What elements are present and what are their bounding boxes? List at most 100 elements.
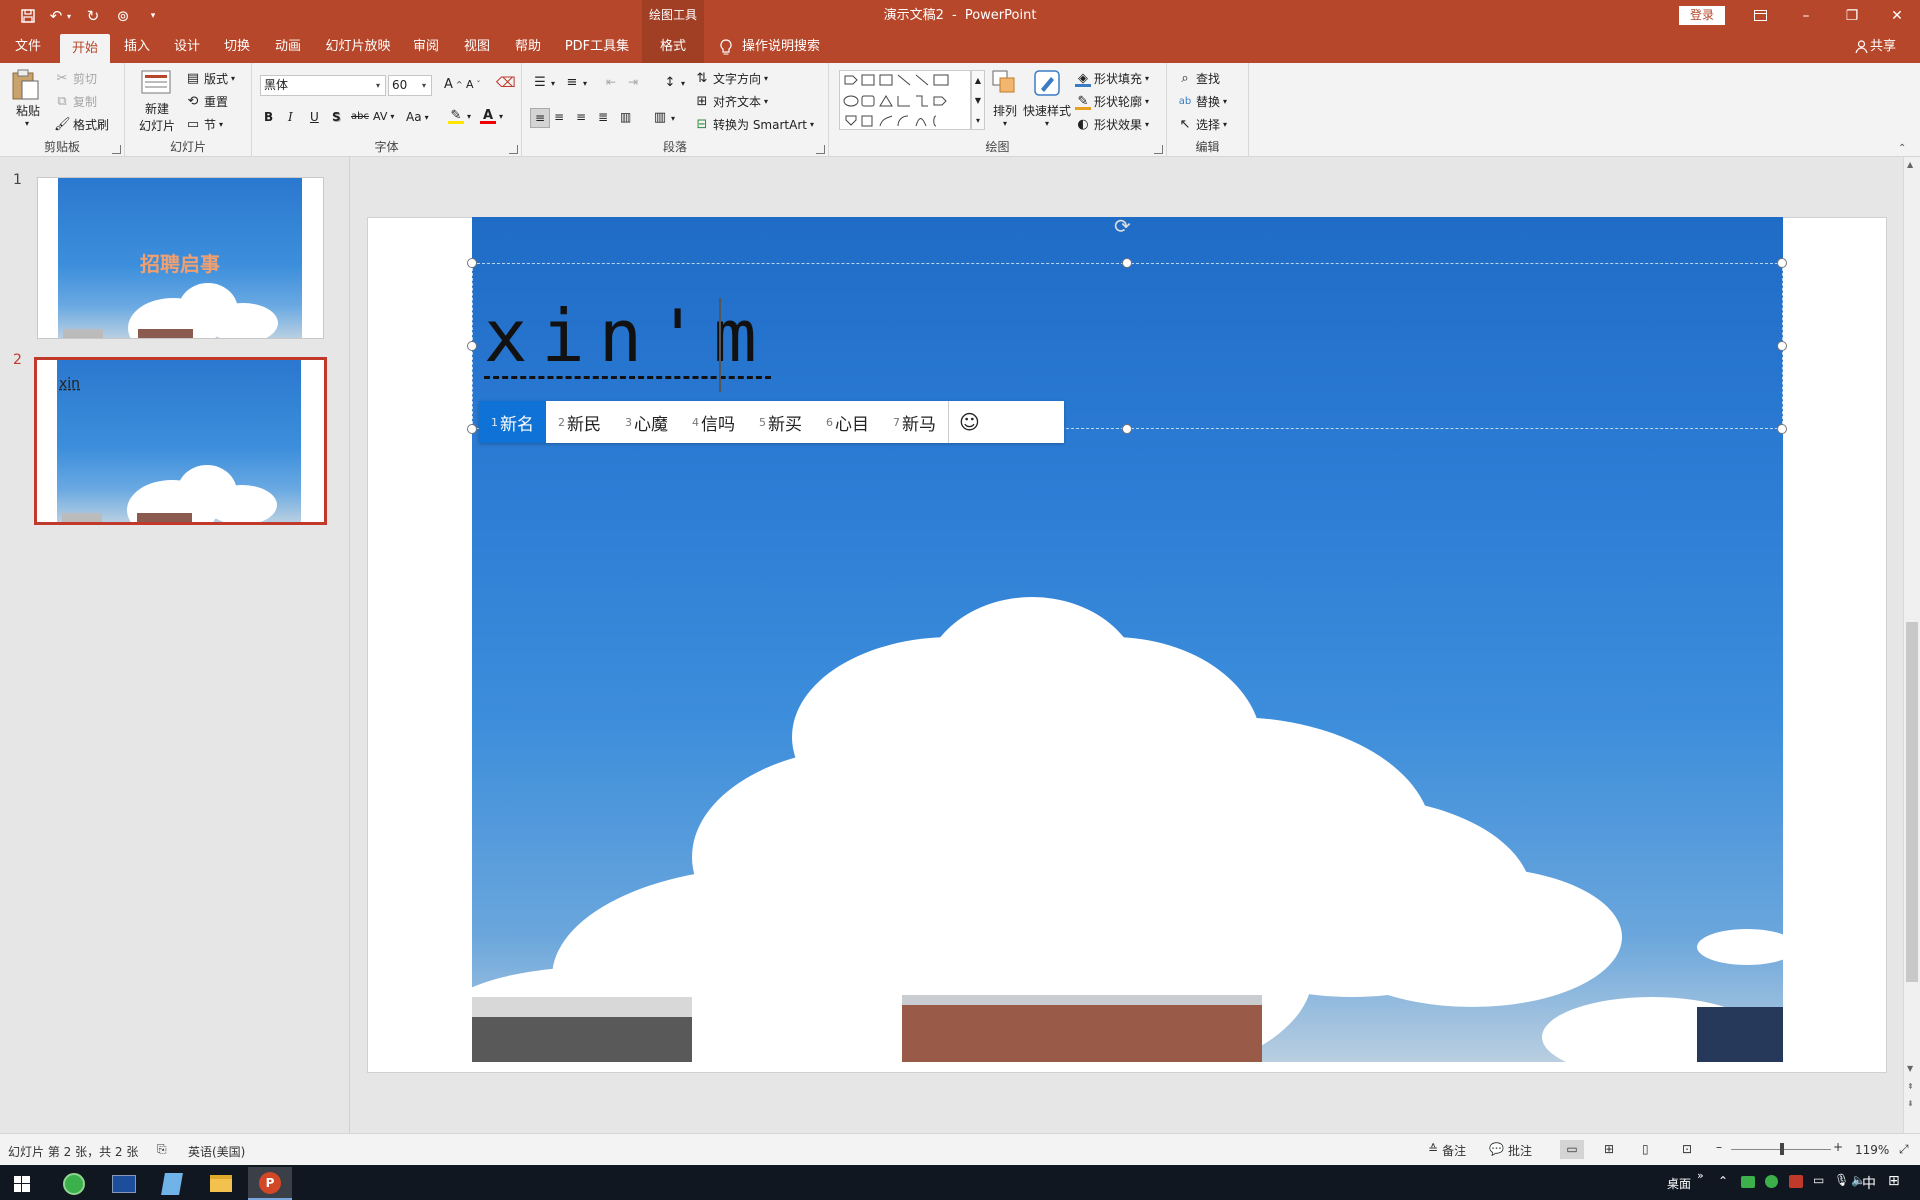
redo-icon[interactable]: ↻ bbox=[82, 6, 104, 26]
tray-app-icon[interactable] bbox=[1765, 1175, 1778, 1188]
slide-thumbnail-1[interactable]: 招聘启事 bbox=[37, 177, 324, 339]
save-icon[interactable] bbox=[17, 6, 39, 26]
paste-dropdown-icon[interactable]: ▾ bbox=[25, 119, 29, 128]
ime-layout-icon[interactable]: ⊞ bbox=[1888, 1173, 1900, 1189]
start-from-beginning-icon[interactable]: ⊚ bbox=[112, 6, 134, 26]
zoom-in-icon[interactable]: + bbox=[1833, 1140, 1843, 1154]
resize-handle-top-right[interactable] bbox=[1777, 258, 1787, 268]
clear-formatting-icon[interactable]: ⌫ bbox=[496, 75, 516, 91]
tab-help[interactable]: 帮助 bbox=[504, 31, 552, 63]
ime-candidate-6[interactable]: 6 心目 bbox=[814, 401, 881, 443]
ime-candidate-7[interactable]: 7 新马 bbox=[881, 401, 948, 443]
text-direction-button[interactable]: ⇅ 文字方向 ▾ bbox=[694, 70, 768, 87]
toolbar-expand-icon[interactable]: » bbox=[1697, 1169, 1704, 1182]
resize-handle-bottom-left[interactable] bbox=[467, 424, 477, 434]
powerpoint-app-icon[interactable]: P bbox=[248, 1167, 292, 1200]
ime-candidate-2[interactable]: 2 新民 bbox=[546, 401, 613, 443]
ime-mode-indicator[interactable]: 中 bbox=[1862, 1173, 1876, 1193]
clipboard-launcher-icon[interactable] bbox=[112, 145, 121, 154]
change-case-button[interactable]: Aa ▾ bbox=[406, 110, 429, 124]
file-explorer-icon[interactable] bbox=[199, 1167, 243, 1200]
reading-view-icon[interactable]: ▯ bbox=[1642, 1142, 1649, 1156]
arrange-button[interactable]: 排列 ▾ bbox=[985, 69, 1025, 139]
microphone-icon[interactable]: 🎙 bbox=[1834, 1173, 1849, 1187]
login-button[interactable]: 登录 bbox=[1679, 6, 1725, 25]
bold-button[interactable]: B bbox=[264, 110, 273, 124]
ime-candidate-5[interactable]: 5 新买 bbox=[747, 401, 814, 443]
normal-view-icon[interactable]: ▭ bbox=[1560, 1140, 1584, 1159]
new-slide-button[interactable]: 新建 幻灯片 bbox=[137, 67, 177, 137]
shape-outline-button[interactable]: ✎ 形状轮廓 ▾ bbox=[1075, 93, 1149, 110]
zoom-out-icon[interactable]: – bbox=[1716, 1140, 1722, 1154]
shapes-gallery-scroll[interactable]: ▲ ▼ ▾ bbox=[971, 70, 985, 130]
char-spacing-button[interactable]: AV ▾ bbox=[373, 110, 394, 123]
strikethrough-button[interactable]: abc bbox=[351, 111, 369, 122]
comments-button[interactable]: 💬 批注 bbox=[1489, 1142, 1532, 1159]
justify-icon[interactable]: ≣ bbox=[598, 110, 608, 124]
tab-slideshow[interactable]: 幻灯片放映 bbox=[318, 31, 398, 63]
zoom-slider-thumb[interactable] bbox=[1780, 1143, 1784, 1155]
find-button[interactable]: ⌕ 查找 bbox=[1177, 70, 1220, 87]
tab-insert[interactable]: 插入 bbox=[113, 31, 161, 63]
replace-button[interactable]: ab 替换 ▾ bbox=[1177, 93, 1227, 110]
bullets-button[interactable]: ☰ ▾ bbox=[532, 75, 555, 91]
notes-app-icon[interactable] bbox=[150, 1167, 194, 1200]
tab-design[interactable]: 设计 bbox=[163, 31, 211, 63]
ime-candidate-1[interactable]: 1 新名 bbox=[479, 401, 546, 443]
italic-button[interactable]: I bbox=[288, 110, 293, 124]
font-launcher-icon[interactable] bbox=[509, 145, 518, 154]
undo-dropdown-icon[interactable]: ▾ bbox=[63, 6, 75, 26]
tell-me-search[interactable]: 操作说明搜索 bbox=[742, 31, 832, 63]
desktop-toolbar[interactable]: 桌面 bbox=[1667, 1175, 1691, 1192]
resize-handle-left[interactable] bbox=[467, 341, 477, 351]
columns-button[interactable]: ▥ ▾ bbox=[652, 110, 675, 126]
drawing-launcher-icon[interactable] bbox=[1154, 145, 1163, 154]
zoom-level[interactable]: 119% bbox=[1855, 1143, 1889, 1157]
tab-transitions[interactable]: 切换 bbox=[213, 31, 261, 63]
tab-review[interactable]: 审阅 bbox=[402, 31, 450, 63]
paragraph-launcher-icon[interactable] bbox=[816, 145, 825, 154]
scroll-down-icon[interactable]: ▼ bbox=[1907, 1064, 1913, 1073]
rotate-handle-icon[interactable]: ⟳ bbox=[1114, 214, 1131, 238]
collapse-ribbon-icon[interactable]: ⌃ bbox=[1898, 143, 1906, 154]
align-text-button[interactable]: ⊞ 对齐文本 ▾ bbox=[694, 93, 768, 110]
align-center-icon[interactable]: ≡ bbox=[554, 110, 564, 124]
lightbulb-icon[interactable] bbox=[714, 31, 738, 63]
close-icon[interactable]: ✕ bbox=[1874, 0, 1920, 31]
previous-slide-icon[interactable]: ⇞ bbox=[1907, 1082, 1914, 1091]
slideshow-view-icon[interactable]: ⊡ bbox=[1682, 1142, 1692, 1156]
shape-fill-button[interactable]: ◈ 形状填充 ▾ bbox=[1075, 70, 1149, 87]
ime-emoji-icon[interactable]: ☺ bbox=[948, 401, 990, 443]
select-button[interactable]: ↖ 选择 ▾ bbox=[1177, 116, 1227, 133]
quick-styles-button[interactable]: 快速样式 ▾ bbox=[1021, 69, 1073, 139]
ime-candidate-4[interactable]: 4 信吗 bbox=[680, 401, 747, 443]
spell-check-icon[interactable]: ⎘ bbox=[157, 1142, 167, 1157]
notes-button[interactable]: ≙ 备注 bbox=[1428, 1142, 1466, 1159]
underline-button[interactable]: U bbox=[310, 110, 319, 124]
resize-handle-right[interactable] bbox=[1777, 341, 1787, 351]
slide-thumbnail-2[interactable]: xin bbox=[34, 357, 327, 525]
share-button[interactable]: 共享 bbox=[1870, 31, 1900, 63]
restore-icon[interactable]: ❐ bbox=[1829, 0, 1875, 31]
slide-sorter-icon[interactable]: ⊞ bbox=[1604, 1142, 1614, 1156]
slide-typed-text[interactable]: xin'm bbox=[484, 300, 771, 379]
tab-pdf-tools[interactable]: PDF工具集 bbox=[560, 31, 634, 63]
resize-handle-top[interactable] bbox=[1122, 258, 1132, 268]
layout-button[interactable]: ▤ 版式 ▾ bbox=[185, 70, 235, 87]
font-size-combo[interactable]: 60 ▾ bbox=[388, 75, 432, 96]
next-slide-icon[interactable]: ⇟ bbox=[1907, 1099, 1914, 1108]
media-app-icon[interactable] bbox=[102, 1167, 146, 1200]
minimize-icon[interactable]: – bbox=[1783, 0, 1829, 31]
tab-format[interactable]: 格式 bbox=[642, 31, 704, 63]
font-name-combo[interactable]: 黑体 ▾ bbox=[260, 75, 386, 96]
smartart-button[interactable]: ⊟ 转换为 SmartArt ▾ bbox=[694, 116, 814, 133]
browser-app-icon[interactable] bbox=[52, 1167, 96, 1200]
network-icon[interactable]: ▭ bbox=[1813, 1173, 1824, 1187]
scroll-up-icon[interactable]: ▲ bbox=[1907, 160, 1913, 169]
section-button[interactable]: ▭ 节 ▾ bbox=[185, 116, 223, 133]
resize-handle-bottom[interactable] bbox=[1122, 424, 1132, 434]
align-left-icon[interactable]: ≡ bbox=[530, 108, 550, 128]
numbering-button[interactable]: ≡ ▾ bbox=[564, 75, 587, 91]
tray-overflow-icon[interactable]: ⌃ bbox=[1718, 1174, 1728, 1188]
language-status[interactable]: 英语(美国) bbox=[188, 1143, 245, 1160]
